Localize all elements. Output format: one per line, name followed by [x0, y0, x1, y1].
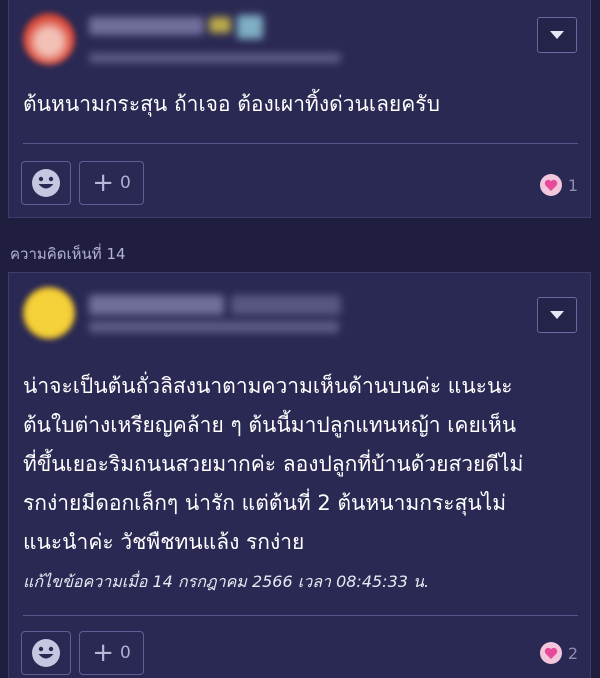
heart-count: 2 — [567, 643, 578, 663]
comment-menu-button[interactable] — [537, 17, 577, 53]
divider — [23, 143, 578, 144]
username-blurred — [231, 295, 341, 315]
page: ต้นหนามกระสุน ถ้าเจอ ต้องเผาทิ้งด่วนเลยค… — [0, 0, 600, 678]
comment-number-label[interactable]: ความคิดเห็นที่ 14 — [10, 242, 126, 266]
dropdown-triangle-icon — [550, 31, 564, 39]
dropdown-triangle-icon — [550, 311, 564, 319]
comment-card-previous: ต้นหนามกระสุน ถ้าเจอ ต้องเผาทิ้งด่วนเลยค… — [8, 0, 591, 218]
username-blurred[interactable] — [89, 295, 224, 315]
plus-icon: + — [92, 638, 114, 668]
plus-icon: + — [92, 168, 114, 198]
badge-blurred — [237, 15, 263, 39]
comment-text: น่าจะเป็นต้นถั่วลิสงนาตามความเห็นด้านบนค… — [23, 374, 524, 554]
heart-votes[interactable]: 1 — [539, 173, 578, 197]
emotion-button[interactable] — [21, 631, 71, 675]
avatar[interactable] — [23, 287, 75, 339]
heart-icon — [539, 642, 562, 664]
divider — [23, 615, 578, 616]
badge-blurred — [209, 17, 231, 33]
member-meta-blurred — [89, 321, 339, 333]
plus-count: 0 — [119, 643, 131, 663]
smiley-icon — [32, 169, 60, 197]
heart-votes[interactable]: 2 — [539, 641, 578, 665]
plus-vote-button[interactable]: + 0 — [79, 631, 144, 675]
heart-count: 1 — [567, 175, 578, 195]
avatar[interactable] — [23, 13, 75, 65]
emotion-button[interactable] — [21, 161, 71, 205]
smiley-icon — [32, 639, 60, 667]
comment-menu-button[interactable] — [537, 297, 577, 333]
plus-vote-button[interactable]: + 0 — [79, 161, 144, 205]
comment-card-14: น่าจะเป็นต้นถั่วลิสงนาตามความเห็นด้านบนค… — [8, 272, 591, 678]
plus-count: 0 — [119, 173, 131, 193]
edit-timestamp: แก้ไขข้อความเมื่อ 14 กรกฎาคม 2566 เวลา 0… — [23, 572, 430, 591]
member-meta-blurred — [89, 53, 341, 63]
heart-icon — [539, 174, 562, 196]
comment-text: ต้นหนามกระสุน ถ้าเจอ ต้องเผาทิ้งด่วนเลยค… — [23, 92, 440, 116]
username-blurred[interactable] — [89, 17, 204, 35]
